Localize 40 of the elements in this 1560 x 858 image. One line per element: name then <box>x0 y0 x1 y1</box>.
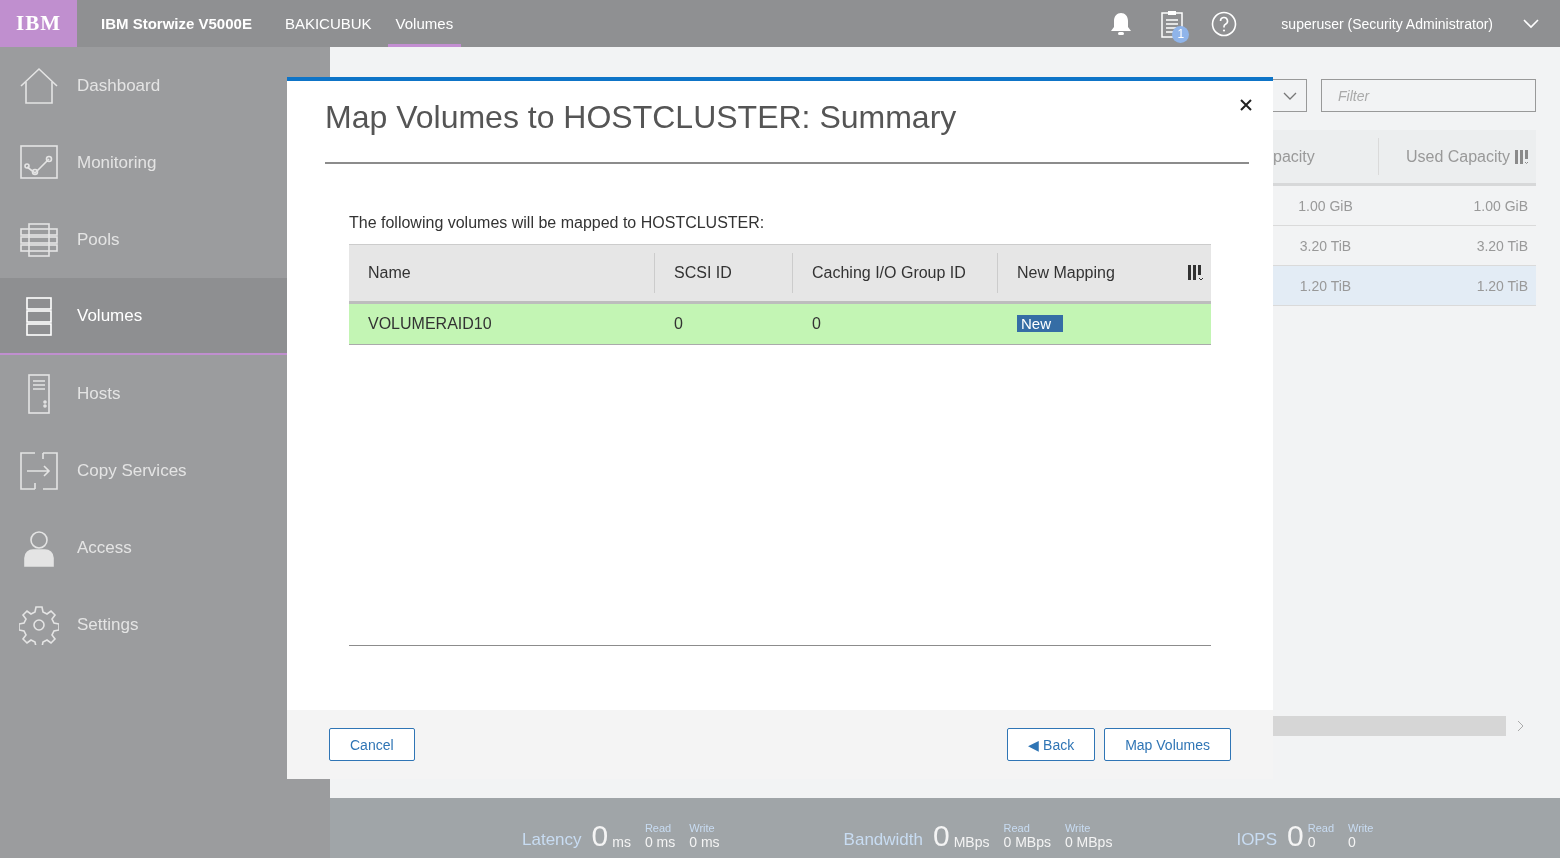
status-tag: New <box>1017 315 1063 332</box>
write-value: 0 <box>1348 834 1357 850</box>
write-label: Write <box>1348 822 1374 834</box>
column-title: Name <box>368 264 411 282</box>
metric-unit: ms <box>612 834 631 850</box>
table-cell-text: 1.20 TiB <box>1475 277 1529 294</box>
metric-value: 0 <box>1287 822 1304 850</box>
column-title: New Mapping <box>1017 264 1115 282</box>
product-name: IBM Storwize V5000E <box>101 15 252 32</box>
table-cell-text: VOLUMERAID10 <box>367 315 493 333</box>
metric-value: 0 <box>591 822 609 850</box>
table-cell-text: 1.20 TiB <box>1298 277 1353 294</box>
table-cell-text: 0 <box>811 315 822 333</box>
write-value: 0 ms <box>689 834 720 850</box>
table-cell-text: 1.00 GiB <box>1472 197 1529 214</box>
read-value: 0 MBps <box>1003 834 1051 850</box>
column-title: SCSI ID <box>674 264 732 282</box>
read-label: Read <box>1003 822 1031 834</box>
dialog-title: Map Volumes to HOSTCLUSTER: Summary <box>325 99 957 136</box>
column-title: Caching I/O Group ID <box>812 264 966 282</box>
read-value: 0 ms <box>644 834 676 850</box>
read-value: 0 <box>1307 834 1317 850</box>
table-cell-text: 1.00 GiB <box>1297 197 1354 214</box>
column-title: pacity <box>1273 147 1315 166</box>
table-cell-text: 0 <box>673 315 684 333</box>
metric-unit: MBps <box>953 834 990 850</box>
write-label: Write <box>689 822 716 834</box>
table-cell-text: 3.20 TiB <box>1475 237 1529 254</box>
metric-label: IOPS <box>1236 830 1278 850</box>
read-label: Read <box>1307 822 1334 834</box>
write-label: Write <box>1064 822 1092 834</box>
table-cell-text: 3.20 TiB <box>1298 237 1353 254</box>
intro-text: The following volumes will be mapped to HOSTCLUSTER: <box>349 214 766 232</box>
column-title: Used Capacity <box>1405 147 1510 166</box>
metric-label: Latency <box>522 830 582 850</box>
read-label: Read <box>644 822 673 834</box>
write-value: 0 MBps <box>1064 834 1113 850</box>
metric-label: Bandwidth <box>843 830 923 850</box>
metric-value: 0 <box>933 822 950 850</box>
notification-badge: 1 <box>1172 25 1190 43</box>
